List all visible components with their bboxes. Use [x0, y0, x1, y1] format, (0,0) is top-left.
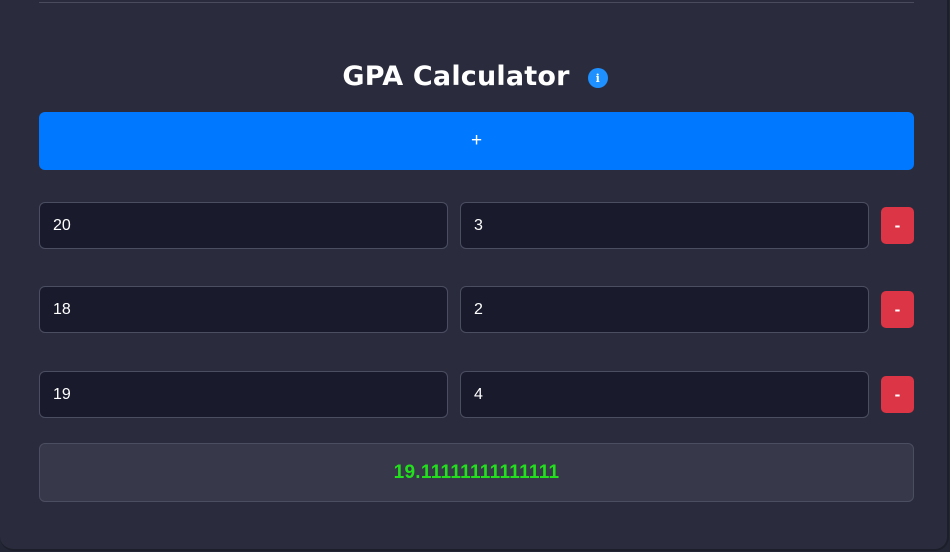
add-course-button[interactable]: +: [39, 112, 914, 170]
remove-course-button[interactable]: -: [881, 207, 914, 244]
remove-course-button[interactable]: -: [881, 291, 914, 328]
info-icon[interactable]: i: [587, 68, 608, 88]
credit-input[interactable]: [460, 202, 869, 249]
credit-input[interactable]: [460, 286, 869, 333]
top-divider: [39, 2, 914, 3]
course-row: -: [39, 371, 914, 418]
remove-course-button[interactable]: -: [881, 376, 914, 413]
credit-input[interactable]: [460, 371, 869, 418]
calculator-panel: GPA Calculator i + - - - 19.111111111111…: [0, 0, 949, 551]
grade-input[interactable]: [39, 371, 448, 418]
gpa-result-value: 19.11111111111111: [393, 461, 560, 483]
grade-input[interactable]: [39, 286, 448, 333]
course-row: -: [39, 286, 914, 333]
course-row: -: [39, 202, 914, 249]
page-title: GPA Calculator: [342, 60, 570, 92]
gpa-result-box: 19.11111111111111: [39, 443, 914, 502]
grade-input[interactable]: [39, 202, 448, 249]
title-row: GPA Calculator i: [0, 56, 950, 96]
